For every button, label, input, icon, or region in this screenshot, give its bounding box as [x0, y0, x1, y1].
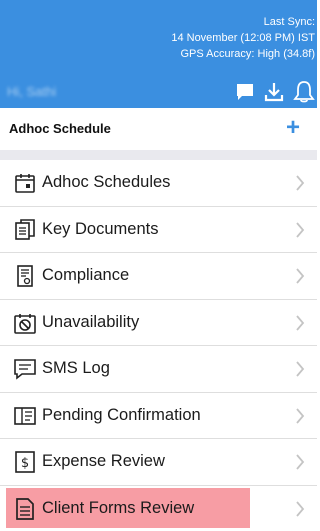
chevron-right-icon — [295, 314, 305, 336]
menu-item-sms-log[interactable]: SMS Log — [0, 346, 317, 393]
add-button[interactable]: + — [282, 115, 304, 141]
menu-item-compliance[interactable]: Compliance — [0, 253, 317, 300]
menu-item-pending-confirmation[interactable]: Pending Confirmation — [0, 393, 317, 439]
svg-text:$: $ — [21, 456, 29, 471]
menu-item-label: Key Documents — [42, 219, 159, 238]
menu-item-label: Compliance — [42, 266, 130, 284]
chat-icon[interactable] — [235, 82, 255, 102]
page-header: Adhoc Schedule + — [0, 108, 317, 150]
header-bar: Last Sync: 14 November (12:08 PM) IST GP… — [0, 0, 317, 108]
chevron-right-icon — [295, 407, 305, 429]
menu-item-adhoc-schedules[interactable]: Adhoc Schedules — [0, 160, 317, 207]
menu-item-label: Unavailability — [42, 312, 140, 331]
user-greeting: Hi, Sathi — [7, 84, 57, 99]
gps-accuracy: GPS Accuracy: High (34.8f) — [180, 48, 316, 60]
section-divider — [0, 150, 317, 160]
compliance-icon — [13, 264, 37, 288]
download-icon[interactable] — [263, 81, 285, 103]
sync-time: 14 November (12:08 PM) IST — [171, 32, 315, 44]
menu-item-label: SMS Log — [42, 359, 110, 377]
bell-icon[interactable] — [293, 80, 315, 104]
menu-item-label: Adhoc Schedules — [42, 173, 171, 191]
header-actions — [235, 80, 315, 104]
sync-info: Last Sync: 14 November (12:08 PM) IST GP… — [171, 14, 315, 62]
page-title: Adhoc Schedule — [9, 121, 111, 136]
documents-icon — [13, 218, 37, 242]
sync-label: Last Sync: — [263, 16, 315, 28]
menu-list: Adhoc Schedules Key Documents Compliance… — [0, 160, 317, 531]
message-icon — [13, 357, 37, 381]
chevron-right-icon — [295, 221, 305, 243]
menu-item-unavailability[interactable]: Unavailability — [0, 300, 317, 346]
dollar-icon: $ — [13, 450, 37, 474]
chevron-right-icon — [295, 361, 305, 382]
calendar-icon — [13, 171, 37, 195]
menu-item-label: Client Forms Review — [42, 498, 195, 517]
chevron-right-icon — [295, 500, 305, 522]
menu-item-client-forms-review[interactable]: Client Forms Review — [0, 486, 317, 531]
form-icon — [13, 497, 37, 521]
app-screen: Last Sync: 14 November (12:08 PM) IST GP… — [0, 0, 317, 531]
chevron-right-icon — [295, 175, 305, 196]
unavailability-icon — [13, 311, 37, 335]
pending-icon — [13, 404, 37, 428]
menu-item-label: Expense Review — [42, 452, 165, 470]
menu-item-expense-review[interactable]: $ Expense Review — [0, 439, 317, 486]
chevron-right-icon — [295, 268, 305, 289]
menu-item-label: Pending Confirmation — [42, 405, 201, 424]
chevron-right-icon — [295, 454, 305, 475]
menu-item-key-documents[interactable]: Key Documents — [0, 207, 317, 253]
